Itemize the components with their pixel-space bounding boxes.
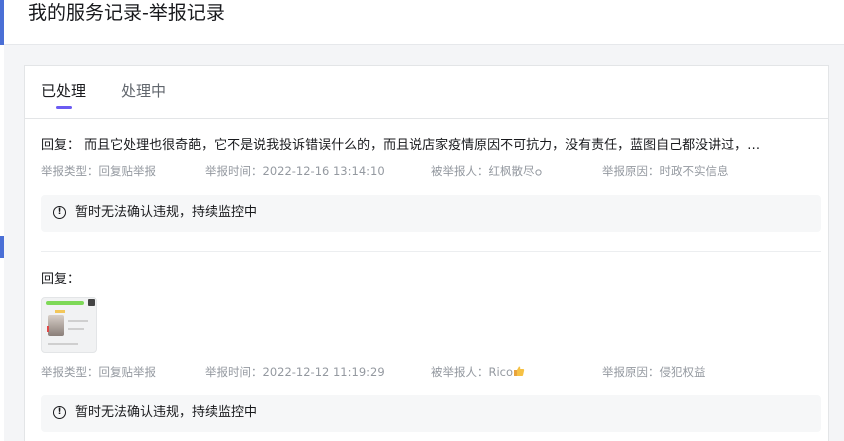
reported-user: 被举报人：Rico: [431, 364, 525, 380]
report-type: 举报类型：回复贴举报: [41, 163, 156, 179]
report-reason-value: 时政不实信息: [659, 164, 729, 178]
reported-user-label: 被举报人：: [431, 365, 489, 379]
reply-image-thumbnail[interactable]: [41, 297, 97, 353]
report-reason-value: 侵犯权益: [659, 365, 706, 379]
report-reason: 举报原因：时政不实信息: [602, 163, 729, 179]
reported-user-label: 被举报人：: [431, 164, 489, 178]
report-reason-label: 举报原因：: [602, 164, 660, 178]
page-header: 我的服务记录-举报记录: [4, 0, 844, 45]
info-circle-icon: !: [53, 206, 66, 219]
left-edge-strip: [0, 0, 4, 441]
report-time: 举报时间：2022-12-16 13:14:10: [205, 163, 385, 179]
tab-processed[interactable]: 已处理: [41, 81, 86, 101]
reported-user: 被举报人：红枫散尽: [431, 163, 542, 179]
report-record: 回复： 而且它处理也很奇葩，它不是说我投诉错误什么的，而且说店家疫情原因不可抗力…: [41, 118, 821, 268]
report-record: 回复： 举报类型：回复贴举报 举报时间：2022-12-12 11:19:29 …: [41, 252, 821, 441]
report-time-label: 举报时间：: [205, 365, 263, 379]
report-time-label: 举报时间：: [205, 164, 263, 178]
handling-result: ! 暂时无法确认违规，持续监控中: [41, 195, 821, 232]
report-reason-label: 举报原因：: [602, 365, 660, 379]
active-tab-indicator: [56, 106, 72, 109]
report-type-value: 回复贴举报: [98, 164, 157, 178]
report-time-value: 2022-12-16 13:14:10: [262, 164, 385, 178]
page-title: 我的服务记录-举报记录: [28, 2, 225, 24]
report-reason: 举报原因：侵犯权益: [602, 364, 706, 380]
left-edge-accent-middle: [0, 236, 4, 258]
report-type: 举报类型：回复贴举报: [41, 364, 156, 380]
report-type-label: 举报类型：: [41, 365, 99, 379]
reply-content: 回复：: [41, 272, 81, 287]
handling-result: ! 暂时无法确认违规，持续监控中: [41, 395, 821, 432]
badge-icon: [534, 169, 542, 176]
reply-content: 回复： 而且它处理也很奇葩，它不是说我投诉错误什么的，而且说店家疫情原因不可抗力…: [41, 138, 761, 153]
tab-bar: 已处理 处理中: [25, 66, 828, 119]
report-time-value: 2022-12-12 11:19:29: [262, 365, 385, 379]
report-time: 举报时间：2022-12-12 11:19:29: [205, 364, 385, 380]
report-records-card: 已处理 处理中 回复： 而且它处理也很奇葩，它不是说我投诉错误什么的，而且说店家…: [24, 65, 829, 441]
report-type-value: 回复贴举报: [98, 365, 157, 379]
info-circle-icon: !: [53, 406, 66, 419]
thumbs-up-emoji-icon: [514, 366, 525, 376]
handling-result-text: 暂时无法确认违规，持续监控中: [75, 205, 258, 220]
tab-processing[interactable]: 处理中: [121, 81, 166, 101]
reported-user-name[interactable]: 红枫散尽: [489, 164, 535, 178]
report-type-label: 举报类型：: [41, 164, 99, 178]
reported-user-name[interactable]: Rico: [489, 365, 514, 379]
handling-result-text: 暂时无法确认违规，持续监控中: [75, 405, 258, 420]
